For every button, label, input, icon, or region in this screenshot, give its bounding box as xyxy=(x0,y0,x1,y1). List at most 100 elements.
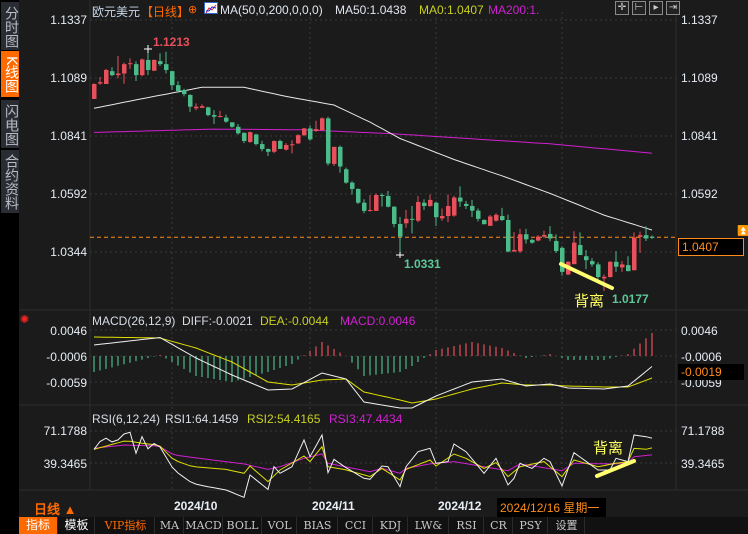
tab-vip-indicators[interactable]: VIP指标 xyxy=(97,517,155,534)
candle-body xyxy=(386,195,391,207)
period-switch[interactable]: 日线 ▲ xyxy=(34,499,76,518)
tab-settings[interactable]: 设置 xyxy=(549,517,585,534)
rsi-axis-label: 39.3465 xyxy=(43,457,87,471)
tab-templates[interactable]: 模板 xyxy=(59,517,95,534)
candle-body xyxy=(152,59,157,71)
macd-axis-label: -0.0006 xyxy=(681,350,722,364)
tab-vol[interactable]: VOL xyxy=(263,517,297,534)
tab-lwr[interactable]: LW& xyxy=(409,517,449,534)
candle-body xyxy=(542,234,547,237)
candle-body xyxy=(140,59,145,76)
tab-kdj[interactable]: KDJ xyxy=(374,517,408,534)
candle-body xyxy=(368,209,373,211)
period-label: 【日线】 xyxy=(141,5,190,19)
macd-axis-label: 0.0046 xyxy=(681,324,718,338)
chart-canvas[interactable] xyxy=(0,0,748,534)
candle-body xyxy=(128,63,133,65)
candle-body xyxy=(290,144,295,146)
candle-body xyxy=(170,71,175,86)
candle-body xyxy=(260,144,265,149)
candle-body xyxy=(188,95,193,107)
ma-chart-icon[interactable] xyxy=(204,2,218,14)
rsi1-line xyxy=(93,431,653,498)
candle-body xyxy=(506,220,511,252)
play-right-icon[interactable]: ▸ xyxy=(649,1,663,15)
tab-cr[interactable]: CR xyxy=(485,517,513,534)
candle-body xyxy=(158,61,163,65)
candle-body xyxy=(200,106,205,108)
dea-line xyxy=(93,336,653,404)
scroll-up-icon[interactable]: ⏫ xyxy=(737,226,748,237)
jump-end-icon[interactable]: ⇥ xyxy=(666,1,680,15)
candle-body xyxy=(332,146,337,164)
candle-body xyxy=(470,205,475,211)
candle-body xyxy=(374,195,379,211)
candle-body xyxy=(212,115,217,117)
candle-body xyxy=(110,71,115,76)
tab-ma[interactable]: MA xyxy=(156,517,184,534)
candle-body xyxy=(650,236,655,238)
candle-body xyxy=(632,237,637,271)
candle-body xyxy=(548,234,553,239)
price-label: 1.0841 xyxy=(681,129,718,143)
candle-body xyxy=(254,134,259,145)
rsi3-value: RSI3:47.4434 xyxy=(329,412,403,426)
candle-body xyxy=(440,216,445,219)
tab-bias[interactable]: BIAS xyxy=(298,517,338,534)
candle-body xyxy=(602,276,607,279)
candle-body xyxy=(248,132,253,142)
candle-body xyxy=(392,206,397,224)
candle-body xyxy=(590,261,595,265)
candle-body xyxy=(584,256,589,261)
candle-body xyxy=(596,264,601,278)
tab-indicators[interactable]: 指标 xyxy=(19,517,58,534)
date-label: 2024/12 xyxy=(438,499,482,513)
candle-body xyxy=(476,210,481,219)
tab-cci[interactable]: CCI xyxy=(339,517,373,534)
candle-body xyxy=(614,261,619,267)
macd-axis-label: 0.0046 xyxy=(50,324,87,338)
current-price-tag: 1.0407 xyxy=(678,238,744,256)
candle-body xyxy=(518,234,523,252)
rsi-title: RSI(6,12,24) xyxy=(92,412,161,426)
divergence-label: 背离 xyxy=(593,440,624,457)
candle-body xyxy=(230,122,235,127)
price-label: 1.0344 xyxy=(50,245,87,259)
candle-body xyxy=(122,64,127,74)
tab-boll[interactable]: BOLL xyxy=(224,517,262,534)
candle-body xyxy=(362,202,367,211)
price-label: 1.1337 xyxy=(50,13,87,27)
tab-psy[interactable]: PSY xyxy=(514,517,548,534)
candle-body xyxy=(350,182,355,189)
candle-body xyxy=(266,148,271,152)
candle-body xyxy=(500,216,505,220)
candle-body xyxy=(302,128,307,136)
indicator-tab-bar: 指标 模板 VIP指标 MA MACD BOLL VOL BIAS CCI KD… xyxy=(19,517,748,534)
candle-body xyxy=(398,223,403,237)
candle-body xyxy=(446,205,451,217)
low-marker xyxy=(396,252,404,259)
crosshair-icon[interactable]: ✛ xyxy=(615,1,629,15)
macd-title: MACD(26,12,9) xyxy=(92,314,176,328)
tab-macd[interactable]: MACD xyxy=(185,517,223,534)
candle-body xyxy=(572,242,577,265)
candle-body xyxy=(554,241,559,252)
candle-body xyxy=(644,235,649,239)
candle-body xyxy=(98,82,103,84)
ma200-line xyxy=(93,128,653,154)
candle-body xyxy=(344,169,349,183)
candle-body xyxy=(608,261,613,278)
crosshair-add-icon[interactable]: ⊕ xyxy=(188,3,197,16)
macd-value: MACD:0.0046 xyxy=(340,314,416,328)
candle-body xyxy=(380,195,385,196)
candle-body xyxy=(464,203,469,206)
cursor-date: 2024/12/16 星期一 xyxy=(497,498,606,517)
zoom-left-icon[interactable]: ⊢ xyxy=(632,1,646,15)
candle-body xyxy=(116,73,121,76)
candle-body xyxy=(242,132,247,142)
candle-body xyxy=(416,202,421,221)
candle-body xyxy=(488,216,493,226)
tab-rsi[interactable]: RSI xyxy=(450,517,484,534)
candle-body xyxy=(176,85,181,92)
candle-body xyxy=(626,265,631,272)
